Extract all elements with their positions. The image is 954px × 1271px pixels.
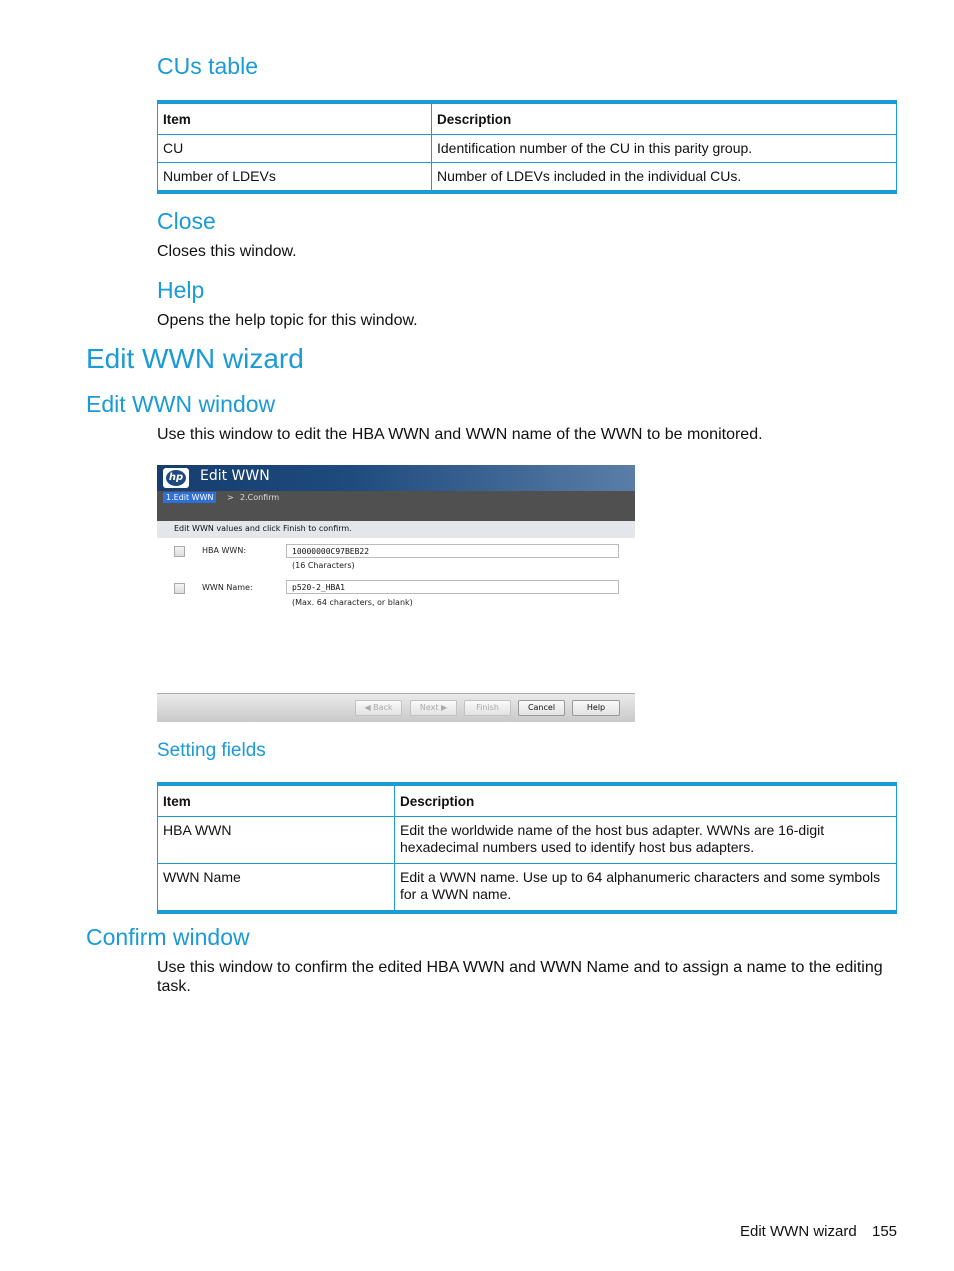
column-header-description: Description	[394, 783, 897, 817]
hp-logo-icon: hp	[163, 468, 189, 488]
column-header-description: Description	[431, 101, 897, 135]
step-confirm: 2.Confirm	[240, 493, 280, 502]
hba-wwn-hint: (16 Characters)	[292, 561, 355, 570]
cell-item: Number of LDEVs	[157, 162, 432, 193]
help-heading: Help	[157, 277, 205, 303]
back-button[interactable]: ◀ Back	[355, 700, 402, 716]
table-row: WWN Name Edit a WWN name. Use up to 64 a…	[157, 863, 897, 913]
column-header-item: Item	[157, 101, 432, 135]
close-heading: Close	[157, 208, 216, 234]
cell-description: Edit the worldwide name of the host bus …	[394, 816, 897, 864]
dialog-title-bar: hp Edit WWN	[157, 465, 635, 491]
dialog-instruction: Edit WWN values and click Finish to conf…	[174, 524, 352, 533]
hba-wwn-input[interactable]: 10000000C97BEB22	[286, 544, 619, 558]
column-header-item: Item	[157, 783, 395, 817]
table-row: Number of LDEVs Number of LDEVs included…	[157, 162, 897, 193]
help-button[interactable]: Help	[572, 700, 620, 716]
edit-window-intro: Use this window to edit the HBA WWN and …	[157, 426, 763, 443]
cus-table-heading: CUs table	[157, 53, 258, 79]
step-separator: >	[227, 493, 234, 502]
table-row: HBA WWN Edit the worldwide name of the h…	[157, 816, 897, 864]
cell-item: WWN Name	[157, 863, 395, 913]
wwn-name-checkbox[interactable]	[174, 583, 185, 594]
confirm-window-intro: Use this window to confirm the edited HB…	[157, 959, 883, 995]
confirm-window-heading: Confirm window	[86, 924, 250, 950]
cancel-button[interactable]: Cancel	[518, 700, 565, 716]
wizard-steps: 1.Edit WWN > 2.Confirm	[157, 491, 635, 521]
dialog-title: Edit WWN	[200, 468, 270, 484]
edit-window-heading: Edit WWN window	[86, 391, 276, 417]
cell-description: Identification number of the CU in this …	[431, 134, 897, 163]
table-header-row: Item Description	[157, 783, 897, 817]
wizard-title: Edit WWN wizard	[86, 343, 304, 374]
hba-wwn-label: HBA WWN:	[202, 546, 247, 555]
finish-button[interactable]: Finish	[464, 700, 511, 716]
setting-fields-table: Item Description HBA WWN Edit the worldw…	[157, 782, 897, 914]
cus-table: Item Description CU Identification numbe…	[157, 100, 897, 194]
wwn-name-hint: (Max. 64 characters, or blank)	[292, 598, 413, 607]
wwn-name-label: WWN Name:	[202, 583, 253, 592]
footer-section-title: Edit WWN wizard	[740, 1223, 857, 1240]
cell-item: CU	[157, 134, 432, 163]
page-number: 155	[872, 1223, 898, 1240]
table-row: CU Identification number of the CU in th…	[157, 134, 897, 163]
table-header-row: Item Description	[157, 101, 897, 135]
help-description: Opens the help topic for this window.	[157, 312, 418, 329]
cell-description: Number of LDEVs included in the individu…	[431, 162, 897, 193]
close-description: Closes this window.	[157, 243, 297, 260]
edit-wwn-dialog: hp Edit WWN 1.Edit WWN > 2.Confirm Edit …	[157, 465, 635, 722]
cell-item: HBA WWN	[157, 816, 395, 864]
cell-description: Edit a WWN name. Use up to 64 alphanumer…	[394, 863, 897, 913]
dialog-instruction-bar: Edit WWN values and click Finish to conf…	[157, 521, 635, 538]
step-edit-wwn: 1.Edit WWN	[163, 492, 217, 503]
wwn-name-input[interactable]: p520-2_HBA1	[286, 580, 619, 594]
hba-wwn-checkbox[interactable]	[174, 546, 185, 557]
dialog-button-bar: ◀ Back Next ▶ Finish Cancel Help	[157, 693, 635, 722]
next-button[interactable]: Next ▶	[410, 700, 457, 716]
setting-fields-heading: Setting fields	[157, 740, 266, 761]
